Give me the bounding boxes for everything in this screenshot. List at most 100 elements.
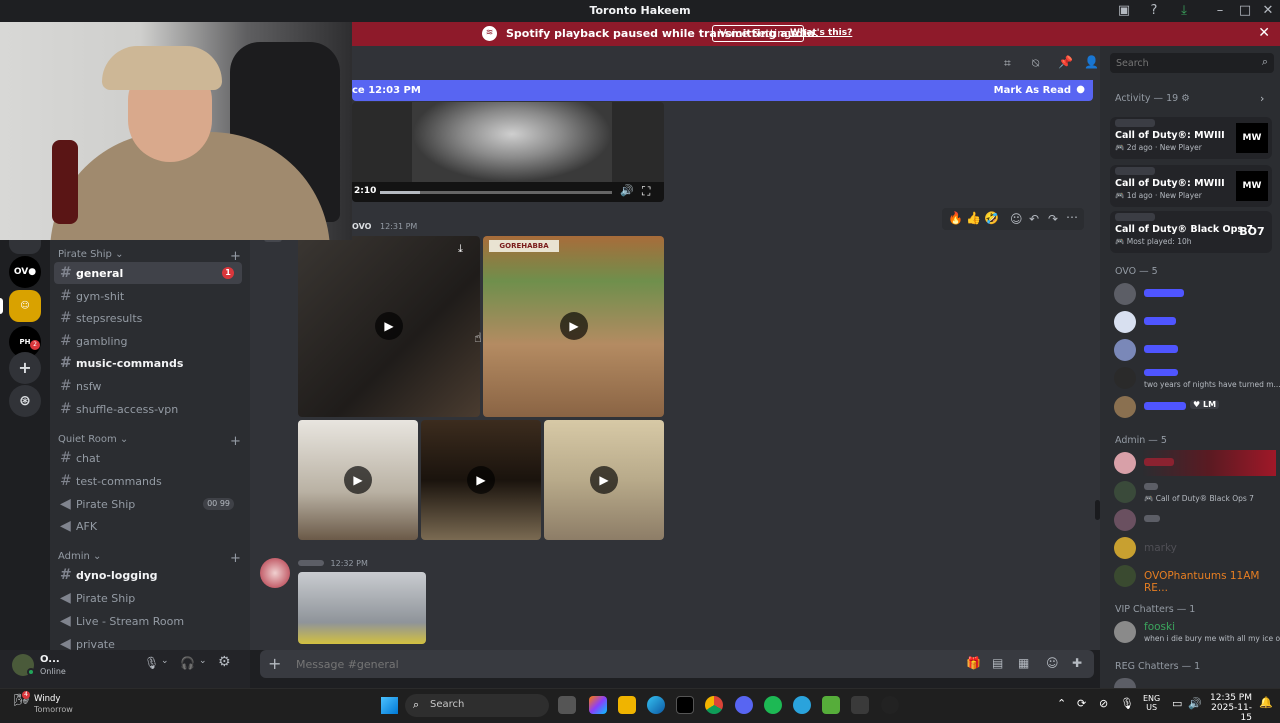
activity-header[interactable]: Activity — 19 ⚙: [1115, 93, 1190, 104]
chrome-icon[interactable]: [705, 696, 723, 714]
discover-icon[interactable]: ⊛: [9, 385, 41, 417]
snipping-tool-icon[interactable]: [851, 696, 869, 714]
video-attachment[interactable]: ▶: [421, 420, 541, 540]
add-server-icon[interactable]: +: [9, 352, 41, 384]
voice-channel-afk[interactable]: ◀ AFK: [54, 515, 242, 537]
close-banner-icon[interactable]: ✕: [1258, 25, 1270, 41]
download-icon[interactable]: ⤓: [458, 242, 463, 256]
play-icon[interactable]: ▶: [344, 466, 372, 494]
headphones-icon[interactable]: 🎧: [180, 656, 195, 670]
download-update-icon[interactable]: ⤓: [1176, 3, 1192, 19]
play-icon[interactable]: ▶: [375, 312, 403, 340]
member-row[interactable]: [1114, 281, 1276, 307]
language-indicator[interactable]: ENG US: [1143, 694, 1160, 712]
upload-plus-icon[interactable]: +: [268, 654, 281, 673]
channel-dyno-logging[interactable]: # dyno-logging: [54, 564, 242, 586]
member-row[interactable]: ♥ LM: [1114, 394, 1276, 420]
activity-card[interactable]: Call of Duty®: MWIII 🎮 1d ago · New Play…: [1110, 165, 1272, 207]
message-input[interactable]: [296, 656, 856, 672]
activity-card[interactable]: Call of Duty® Black Ops 7 🎮 Most played:…: [1110, 211, 1272, 253]
channel-general[interactable]: # general 1: [54, 262, 242, 284]
member-row[interactable]: two years of nights have turned m...: [1114, 365, 1280, 391]
channel-gym-shit[interactable]: # gym-shit: [54, 285, 242, 307]
microphone-icon[interactable]: 🎙: [144, 656, 159, 670]
minimize-button[interactable]: –: [1212, 3, 1228, 19]
video-attachment[interactable]: ▶ ⤓: [298, 236, 480, 417]
reaction-fire-icon[interactable]: 🔥: [948, 211, 963, 225]
clock[interactable]: 12:35 PM 2025-11-15: [1204, 693, 1252, 723]
volume-icon[interactable]: 🔊: [620, 184, 634, 197]
play-icon[interactable]: ▶: [467, 466, 495, 494]
reaction-thumbs-up-icon[interactable]: 👍: [966, 211, 981, 225]
sync-icon[interactable]: ⟳: [1077, 697, 1086, 710]
new-messages-bar[interactable]: ce 12:03 PM Mark As Read ●: [352, 80, 1093, 101]
video-attachment[interactable]: ▶: [544, 420, 664, 540]
server-icon[interactable]: [9, 240, 41, 254]
member-row[interactable]: [1114, 450, 1276, 476]
fullscreen-icon[interactable]: ⛶: [642, 184, 650, 199]
member-row[interactable]: [1114, 337, 1276, 363]
mark-as-read-button[interactable]: Mark As Read: [994, 85, 1071, 96]
apps-icon[interactable]: ✚: [1072, 656, 1082, 670]
voice-channel-private[interactable]: ◀ private: [54, 633, 242, 650]
play-icon[interactable]: ▶: [560, 312, 588, 340]
channel-chat[interactable]: # chat: [54, 447, 242, 469]
member-list-icon[interactable]: 👤: [1084, 55, 1099, 69]
whats-this-link[interactable]: What's this?: [790, 28, 852, 38]
reaction-laughing-icon[interactable]: 🤣: [984, 211, 999, 225]
username[interactable]: O...: [40, 654, 60, 665]
emoji-icon[interactable]: ☺: [1046, 656, 1059, 670]
reply-icon[interactable]: ↶: [1029, 212, 1039, 226]
voice-channel-pirate-ship-admin[interactable]: ◀ Pirate Ship: [54, 587, 242, 609]
network-off-icon[interactable]: ⊘: [1099, 697, 1108, 710]
weather-title[interactable]: Windy: [34, 694, 60, 704]
discord-icon[interactable]: [735, 696, 753, 714]
search-input[interactable]: [1116, 56, 1246, 70]
chevron-up-icon[interactable]: ⌃: [1057, 697, 1066, 710]
member-row[interactable]: [1114, 507, 1276, 533]
close-window-button[interactable]: ✕: [1260, 3, 1276, 19]
channel-shuffle-access-vpn[interactable]: # shuffle-access-vpn: [54, 398, 242, 420]
help-icon[interactable]: ?: [1146, 3, 1162, 19]
channel-nsfw[interactable]: # nsfw: [54, 375, 242, 397]
server-icon[interactable]: OV●: [9, 256, 41, 288]
search-box[interactable]: ⌕: [1110, 53, 1274, 73]
voice-channel-pirate-ship[interactable]: ◀ Pirate Ship 00 99: [54, 493, 242, 515]
display-icon[interactable]: ▭: [1172, 697, 1182, 710]
spotify-icon[interactable]: [764, 696, 782, 714]
gift-icon[interactable]: 🎁: [966, 656, 981, 670]
play-icon[interactable]: ▶: [590, 466, 618, 494]
avatar[interactable]: [260, 558, 290, 588]
voice-channel-live-stream-room[interactable]: ◀ Live - Stream Room: [54, 610, 242, 632]
copilot-icon[interactable]: [589, 696, 607, 714]
member-row[interactable]: 🎮 Call of Duty® Black Ops 7: [1114, 479, 1276, 505]
settings-gear-icon[interactable]: ⚙: [218, 654, 231, 670]
add-reaction-icon[interactable]: ☺: [1010, 212, 1023, 226]
category-pirate-ship[interactable]: Pirate Ship ⌄ +: [58, 249, 241, 264]
windows-start-icon[interactable]: [381, 697, 398, 714]
threads-icon[interactable]: ⌗: [1004, 56, 1011, 71]
task-view-icon[interactable]: [558, 696, 576, 714]
chevron-right-icon[interactable]: ›: [1260, 92, 1264, 105]
telegram-icon[interactable]: [793, 696, 811, 714]
message-author[interactable]: OVO: [352, 222, 371, 231]
more-options-icon[interactable]: ⋯: [1066, 210, 1078, 224]
channel-stepsresults[interactable]: # stepsresults: [54, 307, 242, 329]
member-row[interactable]: [1114, 309, 1276, 335]
activity-card[interactable]: Call of Duty®: MWIII 🎮 2d ago · New Play…: [1110, 117, 1272, 159]
inbox-icon[interactable]: ▣: [1116, 3, 1132, 19]
obs-icon[interactable]: [881, 696, 899, 714]
microphone-tray-icon[interactable]: 🎙: [1120, 697, 1134, 710]
chevron-down-icon[interactable]: ⌄: [199, 656, 207, 666]
member-row[interactable]: marky: [1114, 535, 1276, 561]
member-row[interactable]: OVOPhantuums 11AM RE...: [1114, 563, 1276, 594]
forward-icon[interactable]: ↷: [1048, 212, 1058, 226]
mute-notifications-icon[interactable]: ⍉: [1032, 56, 1039, 71]
capcut-icon[interactable]: [676, 696, 694, 714]
video-attachment[interactable]: GOREHABBA ▶: [483, 236, 664, 417]
gear-icon[interactable]: ⚙: [1181, 93, 1190, 104]
sticker-icon[interactable]: ▦: [1018, 656, 1029, 670]
file-explorer-icon[interactable]: [618, 696, 636, 714]
app-icon[interactable]: [822, 696, 840, 714]
channel-music-commands[interactable]: # music-commands: [54, 352, 242, 374]
